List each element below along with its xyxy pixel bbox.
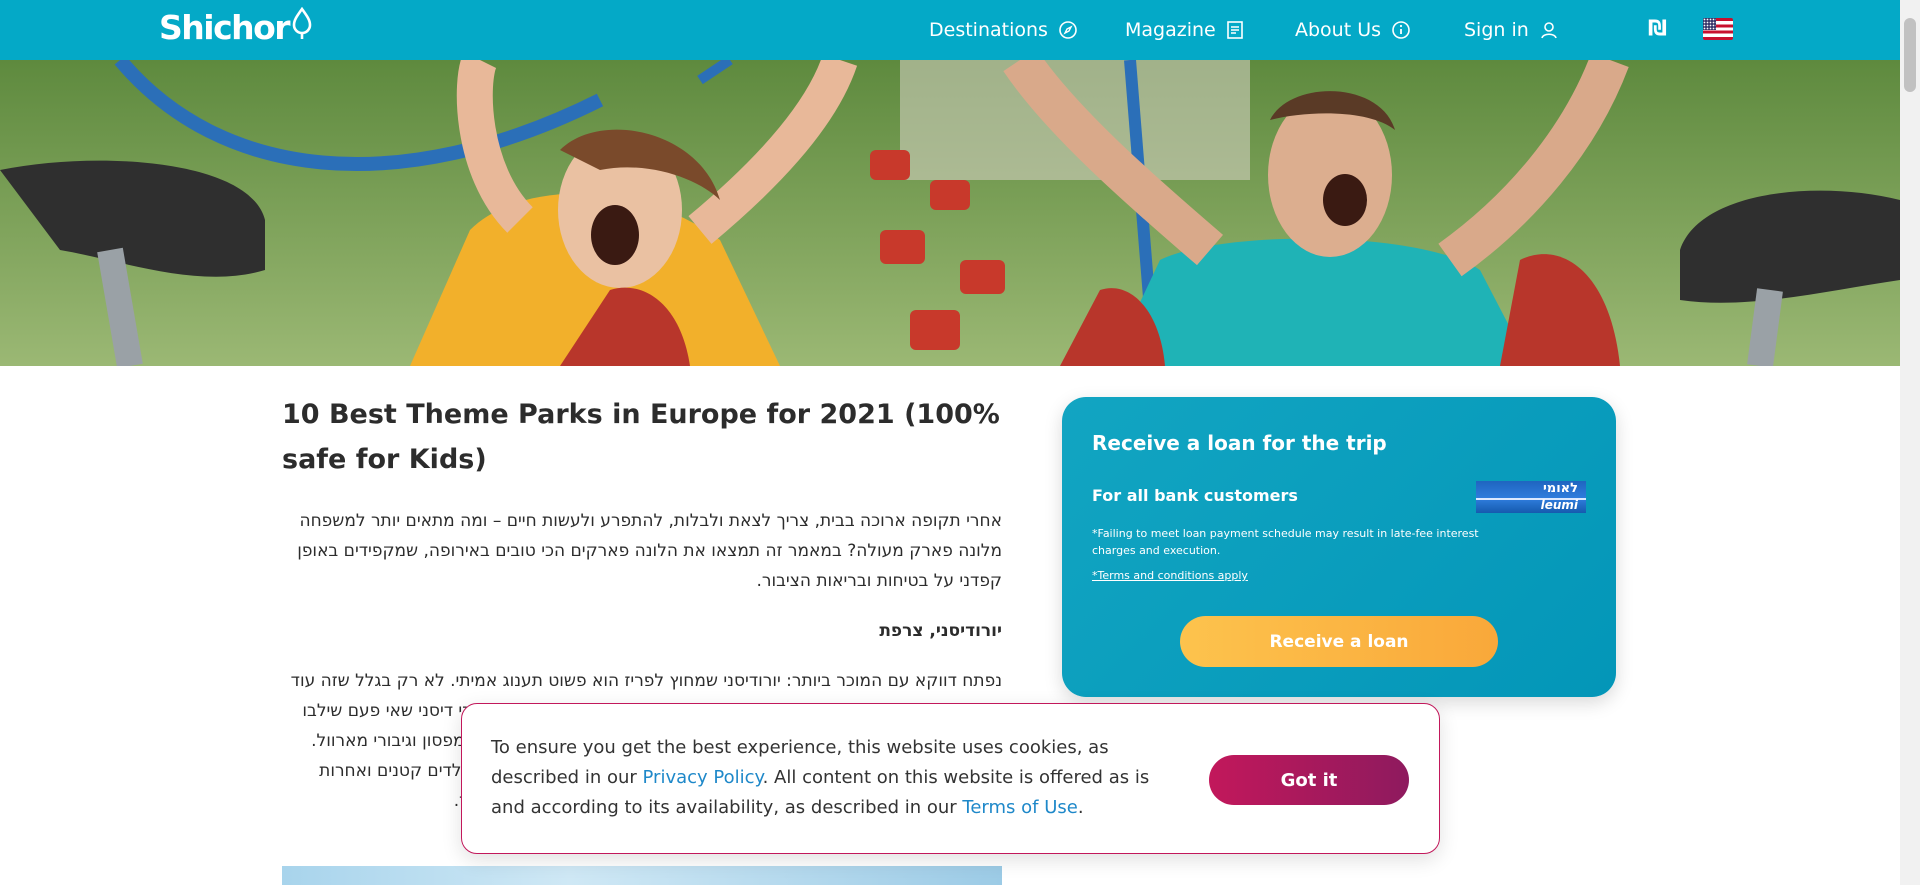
nav-about-label: About Us [1295, 19, 1382, 41]
terms-link[interactable]: *Terms and conditions apply [1092, 569, 1248, 582]
receive-loan-button[interactable]: Receive a loan [1180, 616, 1498, 667]
loan-disclaimer: *Failing to meet loan payment schedule m… [1092, 527, 1479, 557]
info-icon [1392, 21, 1410, 39]
nav-sign-in[interactable]: Sign in [1464, 0, 1559, 60]
hero-illustration [0, 60, 1900, 366]
loan-title: Receive a loan for the trip [1092, 431, 1387, 455]
cookie-text-3: . [1077, 797, 1084, 818]
privacy-policy-link[interactable]: Privacy Policy [643, 767, 763, 788]
article-intro: אחרי תקופה ארוכה בבית, צריך לצאת ולבלות,… [297, 511, 1002, 591]
nav-magazine[interactable]: Magazine [1125, 0, 1244, 60]
scrollbar-thumb[interactable] [1904, 18, 1916, 92]
nav-destinations-label: Destinations [929, 19, 1048, 41]
article-image [282, 866, 1002, 885]
leumi-logo-english: leumi [1540, 498, 1578, 512]
section-heading-eurodisney: יורודיסני, צרפת [879, 621, 1002, 641]
drop-logo-icon [292, 7, 312, 39]
nav-sign-in-label: Sign in [1464, 19, 1529, 41]
nav-destinations[interactable]: Destinations [929, 0, 1078, 60]
user-icon [1541, 22, 1557, 39]
leumi-logo-hebrew: לאומי [1542, 481, 1578, 496]
page-scrollbar[interactable] [1900, 0, 1920, 885]
article-title: 10 Best Theme Parks in Europe for 2021 (… [282, 399, 1000, 475]
compass-icon [1059, 21, 1077, 39]
loan-promo-card: Receive a loan for the trip For all bank… [1062, 397, 1616, 697]
nav-about-us[interactable]: About Us [1295, 0, 1411, 60]
got-it-button[interactable]: Got it [1209, 755, 1409, 805]
shichor-logo[interactable]: Shichor [159, 7, 313, 47]
logo-text: Shichor [159, 8, 291, 47]
top-navbar: Shichor Destinations Magazine About Us S… [0, 0, 1900, 60]
nav-magazine-label: Magazine [1125, 19, 1216, 41]
cookie-banner: To ensure you get the best experience, t… [461, 703, 1440, 854]
terms-of-use-link[interactable]: Terms of Use [962, 797, 1077, 818]
us-flag-icon[interactable] [1703, 18, 1733, 40]
loan-subtitle: For all bank customers [1092, 486, 1298, 505]
flag-canton [1703, 18, 1716, 30]
currency-selector[interactable]: ₪ [1648, 16, 1667, 40]
cookie-message: To ensure you get the best experience, t… [491, 733, 1181, 823]
bank-leumi-logo: לאומי leumi [1476, 481, 1586, 513]
hero-image [0, 60, 1900, 366]
document-icon [1226, 21, 1243, 39]
